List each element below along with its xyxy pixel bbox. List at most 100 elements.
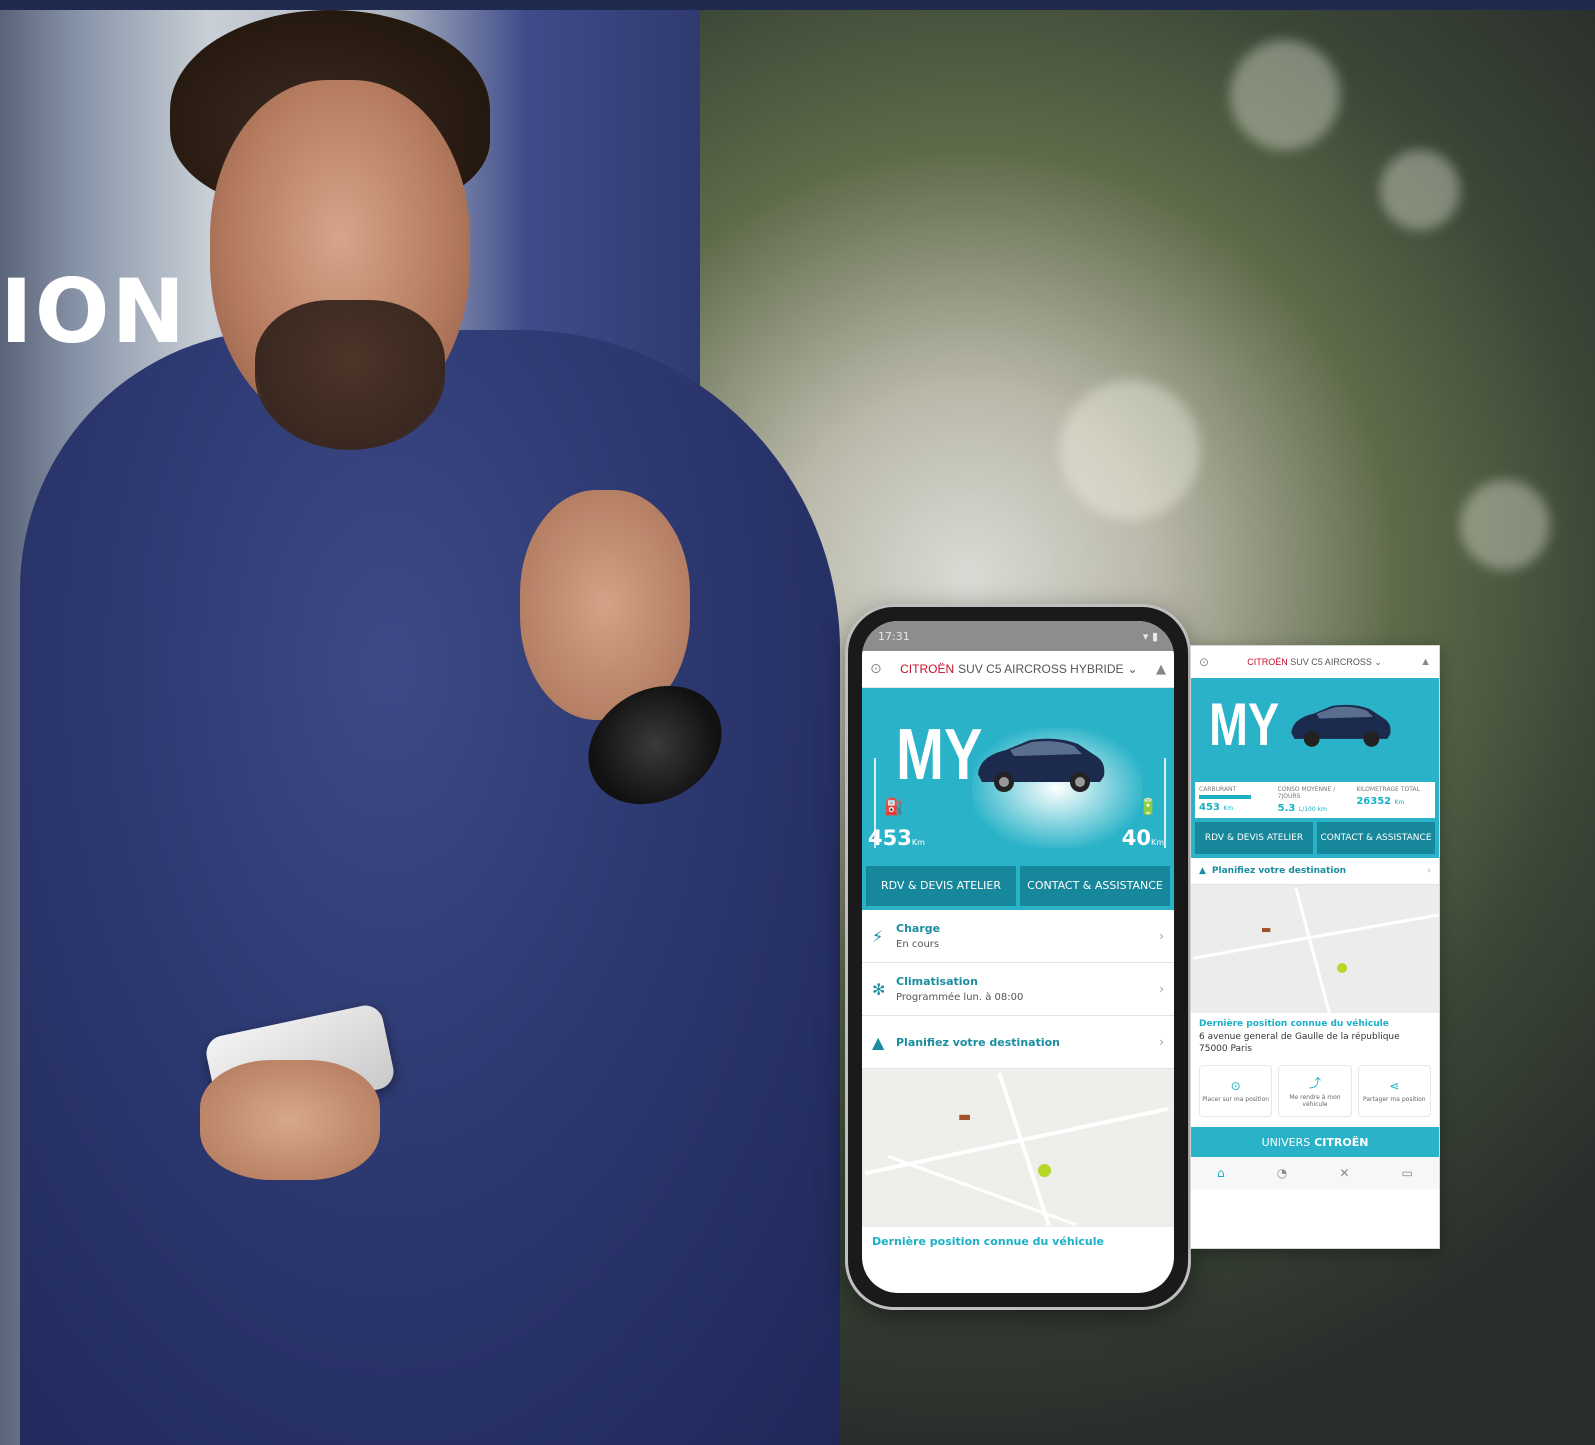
address-postal: 75000 Paris [1199, 1044, 1252, 1054]
share-icon: ⋖ [1389, 1079, 1400, 1093]
univers-brand: CITROËN [1314, 1135, 1369, 1149]
stat-fuel: CARBURANT 453 Km [1199, 786, 1274, 814]
contact-assistance-button[interactable]: CONTACT & ASSISTANCE [1317, 822, 1435, 854]
map-road [1192, 913, 1439, 960]
fuel-range-value: 453 [868, 826, 912, 850]
stats-panel: CARBURANT 453 Km CONSO MOYENNE / 7JOURS … [1191, 778, 1439, 822]
contact-assistance-button[interactable]: CONTACT & ASSISTANCE [1020, 866, 1170, 906]
target-icon: ⊙ [1230, 1079, 1241, 1093]
bottom-tab-bar: ⌂ ◔ ✕ ▭ [1191, 1157, 1439, 1189]
row-subtitle: En cours [896, 939, 940, 950]
chevron-right-icon: › [1159, 929, 1164, 943]
current-position-marker[interactable] [1337, 963, 1347, 973]
location-pin-icon[interactable]: ⊙ [1199, 655, 1209, 669]
car-marker-icon[interactable]: ▬ [958, 1109, 971, 1125]
univers-citroen-banner[interactable]: UNIVERS CITROËN [1191, 1127, 1439, 1157]
vehicle-hero: MY ⛽ 🔋 453Km 40Km [862, 688, 1174, 866]
my-logo: MY [1209, 691, 1280, 758]
share-position-button[interactable]: ⋖ Partager ma position [1357, 1065, 1431, 1117]
man-sweater [20, 330, 840, 1445]
rdv-devis-button[interactable]: RDV & DEVIS ATELIER [1195, 822, 1313, 854]
fuel-range-unit: Km [911, 838, 925, 847]
navigation-arrow-icon: ▲ [1199, 866, 1206, 876]
list-item-destination[interactable]: ▲ Planifiez votre destination › [1191, 858, 1439, 885]
row-subtitle: Programmée lun. à 08:00 [896, 992, 1024, 1003]
list-item-destination[interactable]: ▲ Planifiez votre destination › [862, 1016, 1174, 1069]
top-strip [0, 0, 1595, 10]
route-icon: ⤴ [1308, 1076, 1321, 1090]
row-title: Planifiez votre destination [896, 1035, 1060, 1049]
address-line: 6 avenue general de Gaulle de la républi… [1199, 1032, 1400, 1042]
charging-icon: ⚡ [872, 926, 884, 946]
univers-label: UNIVERS [1261, 1135, 1311, 1149]
quick-actions: ⊙ Placer sur ma position ⤴ Me rendre à m… [1191, 1055, 1439, 1127]
car-icon[interactable]: ▭ [1402, 1166, 1413, 1180]
electric-range: 40Km [1122, 826, 1164, 850]
stat-value: 26352 [1356, 796, 1392, 807]
action-buttons: RDV & DEVIS ATELIER CONTACT & ASSISTANCE [1191, 822, 1439, 858]
vehicle-hero: MY [1191, 678, 1439, 778]
chevron-down-icon: ⌄ [1374, 656, 1382, 667]
last-position-label: Dernière position connue du véhicule [1199, 1019, 1389, 1029]
vehicle-selector[interactable]: CITROËN SUV C5 AIRCROSS ⌄ [1247, 657, 1382, 668]
man-beard [255, 300, 445, 450]
quick-action-label: Partager ma position [1363, 1096, 1426, 1103]
stats-row: CARBURANT 453 Km CONSO MOYENNE / 7JOURS … [1195, 782, 1435, 818]
place-position-button[interactable]: ⊙ Placer sur ma position [1199, 1065, 1273, 1117]
car-marker-icon[interactable]: ▬ [1261, 923, 1271, 936]
chevron-down-icon: ⌄ [1127, 662, 1138, 676]
vehicle-model: SUV C5 AIRCROSS [1290, 656, 1372, 667]
chevron-right-icon: › [1159, 982, 1164, 996]
tools-icon[interactable]: ✕ [1339, 1166, 1349, 1180]
electric-range-value: 40 [1121, 826, 1151, 850]
bokeh-light [1460, 480, 1550, 570]
phone-mockup: 17:31 ▾ ▮ ⊙ CITROËN SUV C5 AIRCROSS HYBR… [848, 607, 1188, 1307]
row-title: Climatisation [896, 975, 978, 988]
map-view[interactable]: ▬ [1191, 885, 1439, 1013]
status-bar: 17:31 ▾ ▮ [862, 621, 1174, 651]
list-item-climatisation[interactable]: ✻ Climatisation Programmée lun. à 08:00 … [862, 963, 1174, 1016]
row-title: Charge [896, 922, 941, 935]
stat-label: CARBURANT [1199, 786, 1237, 793]
home-icon[interactable]: ⌂ [1217, 1166, 1225, 1180]
profile-icon[interactable]: ▲ [1420, 656, 1431, 668]
battery-gauge-line [1164, 758, 1166, 848]
app-header: ⊙ CITROËN SUV C5 AIRCROSS HYBRIDE ⌄ ▲ [862, 651, 1174, 688]
hand-holding-phone [200, 1060, 380, 1180]
status-time: 17:31 [878, 629, 910, 643]
vehicle-selector[interactable]: CITROËN SUV C5 AIRCROSS HYBRIDE ⌄ [900, 662, 1137, 676]
location-pin-icon[interactable]: ⊙ [870, 661, 882, 677]
app-header: ⊙ CITROËN SUV C5 AIRCROSS ⌄ ▲ [1191, 646, 1439, 678]
map-road [997, 1072, 1051, 1226]
quick-action-label: Placer sur ma position [1202, 1096, 1270, 1103]
list-item-charge[interactable]: ⚡ Charge En cours › [862, 910, 1174, 963]
chevron-right-icon: › [1159, 1035, 1164, 1049]
bokeh-light [1060, 380, 1200, 520]
app-screenshot-secondary: ⊙ CITROËN SUV C5 AIRCROSS ⌄ ▲ MY CARBURA… [1190, 645, 1440, 1249]
navigation-arrow-icon: ▲ [872, 1032, 885, 1052]
current-position-marker[interactable] [1038, 1164, 1051, 1177]
chevron-right-icon: › [1427, 866, 1431, 876]
map-view[interactable]: ▬ [862, 1069, 1174, 1227]
profile-icon[interactable]: ▲ [1156, 662, 1166, 677]
stat-unit: Km [1394, 799, 1405, 806]
fuel-pump-icon: ⛽ [884, 797, 904, 816]
last-position-label: Dernière position connue du véhicule [872, 1235, 1104, 1248]
stat-unit: Km [1223, 805, 1234, 812]
page-headline: ION [0, 260, 188, 363]
rdv-devis-button[interactable]: RDV & DEVIS ATELIER [866, 866, 1016, 906]
go-to-vehicle-button[interactable]: ⤴ Me rendre à mon véhicule [1278, 1065, 1352, 1117]
car-image [978, 738, 1105, 792]
stat-label: CONSO MOYENNE / 7JOURS [1277, 786, 1336, 800]
brand-name: CITROËN [900, 662, 955, 676]
stat-mileage: KILOMETRAGE TOTAL 26352 Km [1356, 786, 1431, 814]
map-road [1294, 886, 1331, 1013]
stat-unit: L/100 km [1298, 806, 1327, 813]
phone-screen: 17:31 ▾ ▮ ⊙ CITROËN SUV C5 AIRCROSS HYBR… [862, 621, 1174, 1293]
stat-value: 5.3 [1277, 803, 1296, 814]
bokeh-light [1230, 40, 1340, 150]
dashboard-icon[interactable]: ◔ [1277, 1166, 1287, 1180]
bokeh-light [1380, 150, 1460, 230]
vehicle-model: SUV C5 AIRCROSS HYBRIDE [958, 662, 1124, 676]
battery-icon: 🔋 [1138, 797, 1158, 816]
